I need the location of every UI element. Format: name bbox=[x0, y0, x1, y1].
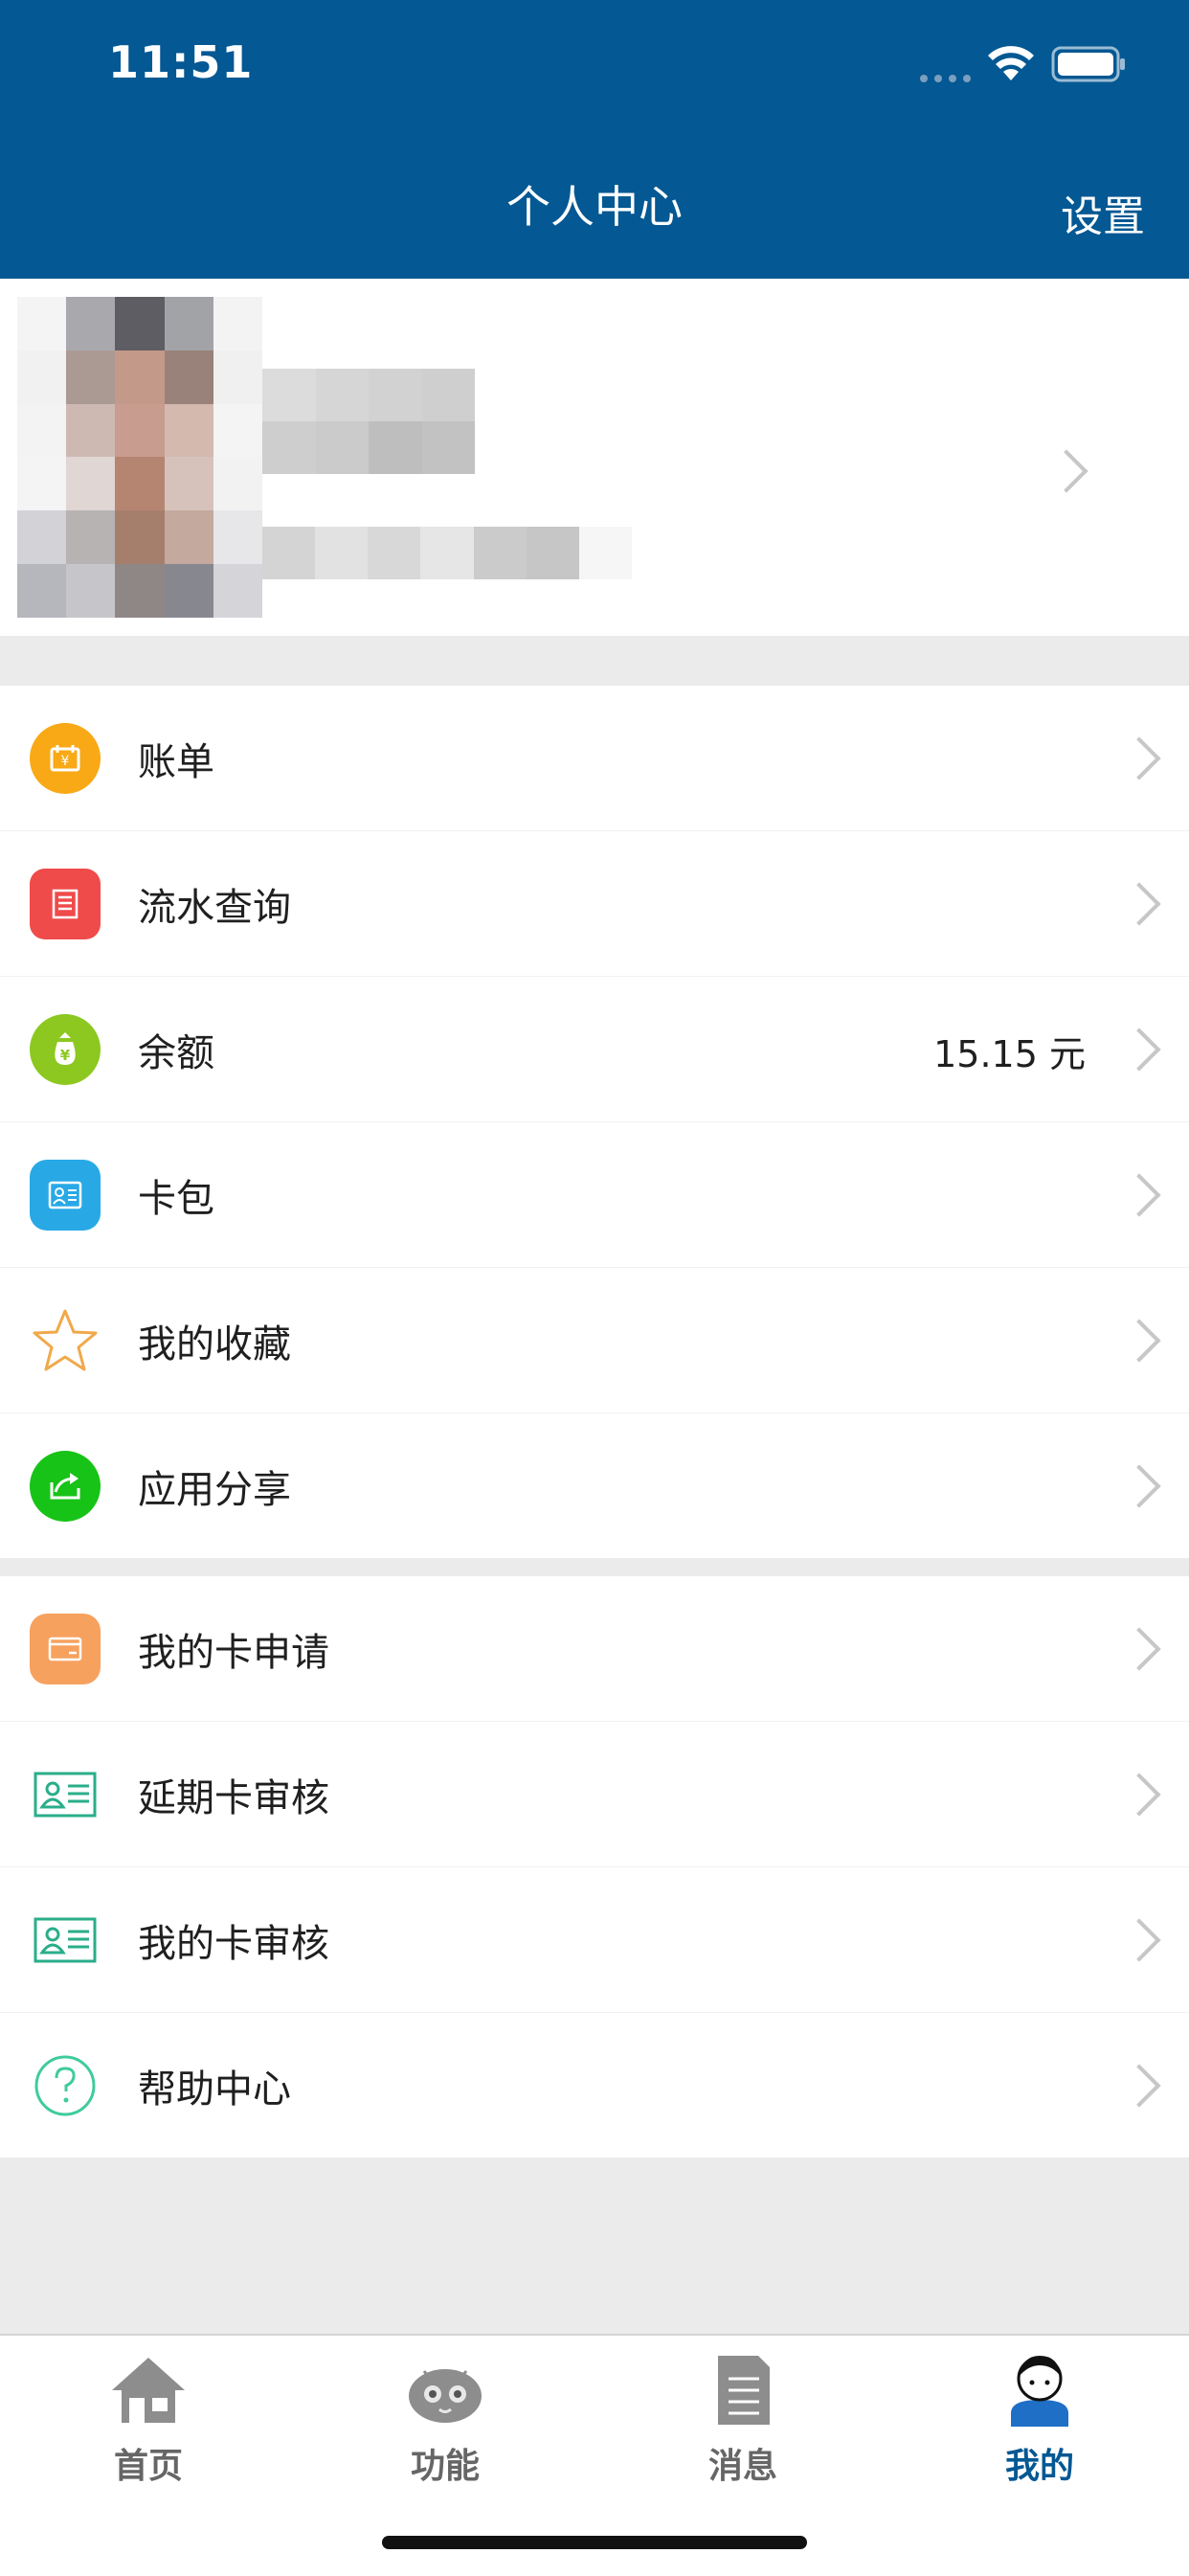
card-application-icon bbox=[30, 1614, 101, 1684]
svg-text:¥: ¥ bbox=[61, 754, 70, 769]
menu-group-account: ¥ 账单 流水查询 ¥ 余额 15.15 元 卡包 我的收藏 应用分享 bbox=[0, 686, 1189, 1558]
chevron-right-icon bbox=[1117, 1464, 1161, 1508]
chevron-right-icon bbox=[1117, 1319, 1161, 1363]
menu-group-cards: 我的卡申请 延期卡审核 我的卡审核 帮助中心 bbox=[0, 1576, 1189, 2158]
chevron-right-icon bbox=[1117, 1627, 1161, 1671]
chevron-right-icon bbox=[1117, 1773, 1161, 1817]
tab-messages[interactable]: 消息 bbox=[594, 2354, 891, 2488]
menu-item-label: 账单 bbox=[138, 740, 214, 784]
tab-mine[interactable]: 我的 bbox=[891, 2354, 1188, 2488]
balance-value: 15.15 元 bbox=[933, 1033, 1086, 1075]
tab-label: 首页 bbox=[113, 2447, 183, 2486]
money-bag-icon: ¥ bbox=[30, 1014, 101, 1085]
card-wallet-icon bbox=[30, 1160, 101, 1231]
menu-item-label: 帮助中心 bbox=[138, 2068, 291, 2112]
settings-button[interactable]: 设置 bbox=[1061, 182, 1145, 243]
chevron-right-icon bbox=[1117, 1918, 1161, 1962]
menu-item-card-wallet[interactable]: 卡包 bbox=[0, 1122, 1189, 1268]
chevron-right-icon bbox=[1117, 736, 1161, 780]
menu-item-label: 流水查询 bbox=[138, 886, 291, 930]
bill-icon: ¥ bbox=[30, 723, 101, 794]
menu-item-balance[interactable]: ¥ 余额 15.15 元 bbox=[0, 977, 1189, 1122]
transaction-query-icon bbox=[30, 869, 101, 939]
profile-name-redacted bbox=[262, 369, 475, 474]
tab-functions[interactable]: 功能 bbox=[297, 2354, 594, 2488]
home-icon bbox=[112, 2358, 185, 2423]
tab-home[interactable]: 首页 bbox=[0, 2354, 297, 2488]
menu-item-card-application[interactable]: 我的卡申请 bbox=[0, 1576, 1189, 1722]
profile-id-redacted bbox=[262, 527, 632, 579]
menu-item-label: 卡包 bbox=[138, 1177, 214, 1221]
status-time: 11:51 bbox=[108, 36, 254, 88]
menu-item-help-center[interactable]: 帮助中心 bbox=[0, 2013, 1189, 2158]
id-card-icon bbox=[30, 1759, 101, 1830]
id-card-icon bbox=[30, 1905, 101, 1976]
menu-item-label: 我的收藏 bbox=[138, 1322, 291, 1367]
tab-label: 消息 bbox=[707, 2447, 777, 2486]
robot-icon bbox=[409, 2369, 482, 2423]
page-title: 个人中心 bbox=[506, 181, 683, 233]
share-icon bbox=[30, 1451, 101, 1522]
menu-item-card-review[interactable]: 我的卡审核 bbox=[0, 1867, 1189, 2013]
chevron-right-icon bbox=[1117, 2064, 1161, 2108]
help-icon bbox=[30, 2050, 101, 2121]
wifi-icon bbox=[986, 44, 1036, 82]
battery-icon bbox=[1051, 46, 1128, 82]
menu-item-label: 我的卡申请 bbox=[138, 1631, 329, 1675]
svg-text:¥: ¥ bbox=[60, 1047, 71, 1064]
tab-label: 功能 bbox=[410, 2447, 480, 2486]
menu-item-label: 余额 bbox=[138, 1031, 214, 1075]
document-icon bbox=[718, 2356, 770, 2425]
chevron-right-icon bbox=[1117, 1173, 1161, 1217]
signal-icon bbox=[919, 69, 975, 82]
menu-item-label: 延期卡审核 bbox=[138, 1776, 329, 1820]
menu-item-extension-review[interactable]: 延期卡审核 bbox=[0, 1722, 1189, 1867]
tab-label: 我的 bbox=[1004, 2447, 1074, 2486]
menu-item-label: 我的卡审核 bbox=[138, 1922, 329, 1966]
star-icon bbox=[30, 1305, 101, 1376]
menu-item-favorites[interactable]: 我的收藏 bbox=[0, 1268, 1189, 1413]
home-indicator bbox=[382, 2536, 807, 2549]
user-icon bbox=[1011, 2356, 1068, 2427]
chevron-right-icon bbox=[1117, 882, 1161, 926]
menu-item-app-share[interactable]: 应用分享 bbox=[0, 1413, 1189, 1558]
menu-item-bill[interactable]: ¥ 账单 bbox=[0, 686, 1189, 831]
menu-item-transaction-query[interactable]: 流水查询 bbox=[0, 831, 1189, 977]
avatar bbox=[17, 297, 262, 618]
chevron-right-icon bbox=[1117, 1028, 1161, 1072]
menu-item-label: 应用分享 bbox=[138, 1468, 291, 1512]
